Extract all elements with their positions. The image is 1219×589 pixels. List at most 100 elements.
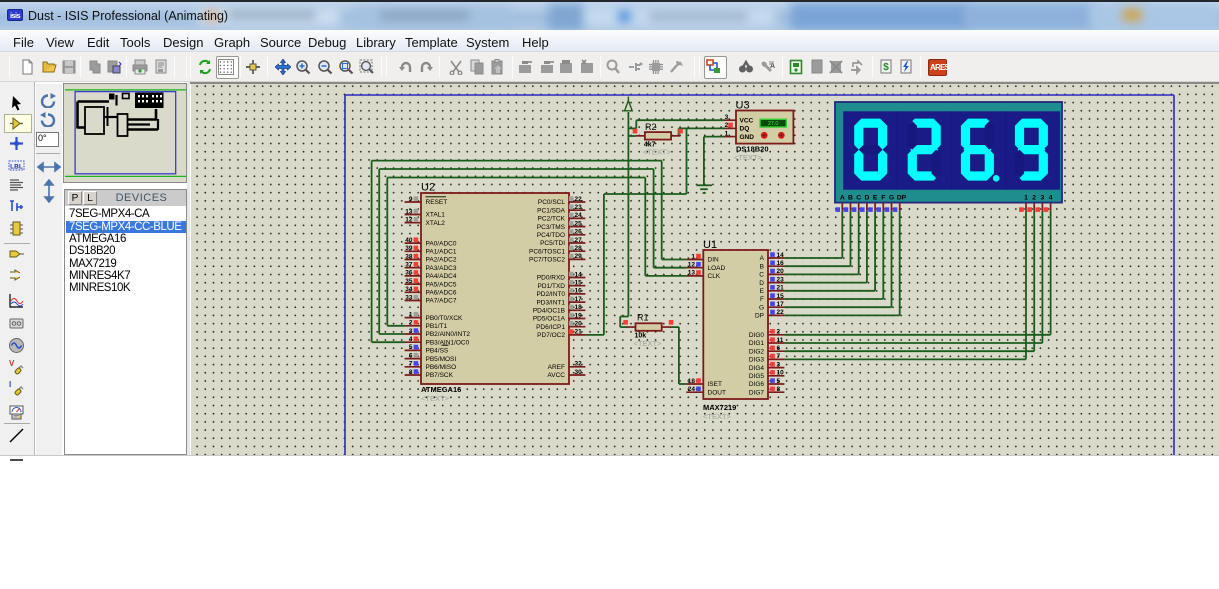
- svg-text:32: 32: [575, 361, 583, 368]
- svg-text:ATMEGA16: ATMEGA16: [421, 385, 461, 394]
- svg-text:V: V: [9, 359, 15, 368]
- svg-text:1: 1: [725, 130, 729, 137]
- svg-text:PC4/TDO: PC4/TDO: [537, 232, 565, 239]
- svg-text:ISET: ISET: [708, 381, 722, 388]
- svg-text:13: 13: [405, 208, 413, 215]
- svg-text:PB2/AIN0/INT2: PB2/AIN0/INT2: [426, 331, 471, 338]
- svg-text:10: 10: [777, 370, 785, 377]
- svg-text:DIG6: DIG6: [749, 381, 765, 388]
- svg-text:35: 35: [405, 278, 413, 285]
- svg-text:4: 4: [1049, 194, 1053, 201]
- svg-text:8: 8: [777, 386, 781, 393]
- svg-text:PB6/MISO: PB6/MISO: [426, 364, 457, 371]
- svg-text:PA6/ADC6: PA6/ADC6: [426, 290, 457, 297]
- svg-text:37: 37: [405, 262, 413, 269]
- svg-text:A: A: [840, 194, 845, 201]
- svg-text:MAX7219: MAX7219: [703, 403, 736, 412]
- svg-text:DIG0: DIG0: [749, 332, 765, 339]
- svg-text:18: 18: [688, 378, 696, 385]
- svg-text:I: I: [9, 380, 11, 389]
- svg-text:PC3/TMS: PC3/TMS: [537, 224, 566, 231]
- svg-text:DIN: DIN: [708, 257, 720, 264]
- svg-text:20: 20: [777, 268, 785, 275]
- svg-text:C: C: [759, 272, 764, 279]
- svg-text:29: 29: [575, 253, 583, 260]
- svg-text:24: 24: [688, 386, 696, 393]
- svg-text:PA2/ADC2: PA2/ADC2: [426, 257, 457, 264]
- svg-text:F: F: [760, 296, 764, 303]
- svg-text:22: 22: [575, 196, 583, 203]
- svg-text:6: 6: [409, 352, 413, 359]
- svg-text:XTAL1: XTAL1: [426, 212, 446, 219]
- svg-text:15: 15: [575, 280, 583, 287]
- svg-text:A: A: [760, 255, 765, 262]
- svg-text:PA1/ADC1: PA1/ADC1: [426, 249, 457, 256]
- svg-text:39: 39: [405, 245, 413, 252]
- svg-text:PC1/SDA: PC1/SDA: [537, 207, 565, 214]
- svg-text:PC5/TDI: PC5/TDI: [540, 240, 565, 247]
- svg-text:PA4/ADC4: PA4/ADC4: [426, 273, 457, 280]
- svg-text:7: 7: [777, 353, 781, 360]
- svg-text:12: 12: [688, 262, 696, 269]
- svg-text:D: D: [759, 280, 764, 287]
- svg-text:3: 3: [725, 114, 729, 121]
- svg-text:8: 8: [409, 369, 413, 376]
- svg-text:16: 16: [777, 260, 785, 267]
- svg-text:2: 2: [1032, 194, 1036, 201]
- svg-text:2: 2: [777, 329, 781, 336]
- svg-text:F: F: [881, 194, 885, 201]
- svg-text:11: 11: [777, 337, 784, 344]
- svg-text:<TEXT>: <TEXT>: [634, 339, 663, 348]
- svg-text:2: 2: [409, 320, 413, 327]
- svg-text:9: 9: [409, 196, 413, 203]
- svg-text:LOAD: LOAD: [708, 265, 726, 272]
- svg-text:PB0/T0/XCK: PB0/T0/XCK: [426, 315, 464, 322]
- svg-text:3: 3: [1041, 194, 1045, 201]
- svg-text:18: 18: [575, 304, 583, 311]
- svg-text:PA3/ADC3: PA3/ADC3: [426, 265, 457, 272]
- svg-text:PD0/RXD: PD0/RXD: [537, 275, 565, 282]
- svg-text:XTAL2: XTAL2: [426, 220, 446, 227]
- svg-text:B: B: [760, 263, 764, 270]
- svg-text:40: 40: [405, 237, 413, 244]
- svg-text:R1: R1: [637, 312, 649, 322]
- svg-text:PC2/TCK: PC2/TCK: [538, 216, 566, 223]
- svg-text:DP: DP: [755, 313, 764, 320]
- svg-text:1: 1: [409, 311, 413, 318]
- svg-text:B: B: [848, 194, 853, 201]
- svg-text:1: 1: [1024, 194, 1028, 201]
- svg-text:30: 30: [575, 369, 583, 376]
- svg-text:PB7/SCK: PB7/SCK: [426, 372, 454, 379]
- svg-text:27.0: 27.0: [768, 121, 779, 127]
- svg-text:23: 23: [777, 276, 785, 283]
- svg-text:16: 16: [575, 288, 583, 295]
- svg-text:PA5/ADC5: PA5/ADC5: [426, 281, 457, 288]
- svg-text:CLK: CLK: [708, 273, 721, 280]
- svg-text:U1: U1: [703, 239, 717, 251]
- svg-text:17: 17: [575, 296, 583, 303]
- svg-text:DIG3: DIG3: [749, 357, 765, 364]
- svg-text:PB5/MOSI: PB5/MOSI: [426, 356, 457, 363]
- svg-text:27: 27: [575, 237, 583, 244]
- svg-text:<TEXT>: <TEXT>: [421, 394, 450, 403]
- svg-text:PD3/INT1: PD3/INT1: [536, 299, 565, 306]
- svg-text:3: 3: [777, 361, 781, 368]
- svg-text:PB1/T1: PB1/T1: [426, 323, 448, 330]
- svg-text:GND: GND: [740, 134, 755, 141]
- svg-text:PA0/ADC0: PA0/ADC0: [426, 240, 457, 247]
- svg-text:<TEXT>: <TEXT>: [703, 412, 732, 421]
- svg-text:U2: U2: [421, 182, 435, 194]
- svg-text:PD2/INT0: PD2/INT0: [536, 291, 565, 298]
- svg-text:G: G: [889, 194, 894, 201]
- svg-text:21: 21: [777, 285, 785, 292]
- svg-text:25: 25: [575, 220, 583, 227]
- svg-text:13: 13: [688, 270, 696, 277]
- svg-text:14: 14: [575, 271, 583, 278]
- svg-text:RESET: RESET: [426, 199, 448, 206]
- svg-text:36: 36: [405, 270, 413, 277]
- svg-text:PC7/TOSC2: PC7/TOSC2: [529, 257, 565, 264]
- svg-text:$: $: [883, 62, 889, 73]
- svg-text:DIG7: DIG7: [749, 389, 765, 396]
- svg-text:5: 5: [777, 378, 781, 385]
- svg-text:G: G: [759, 304, 764, 311]
